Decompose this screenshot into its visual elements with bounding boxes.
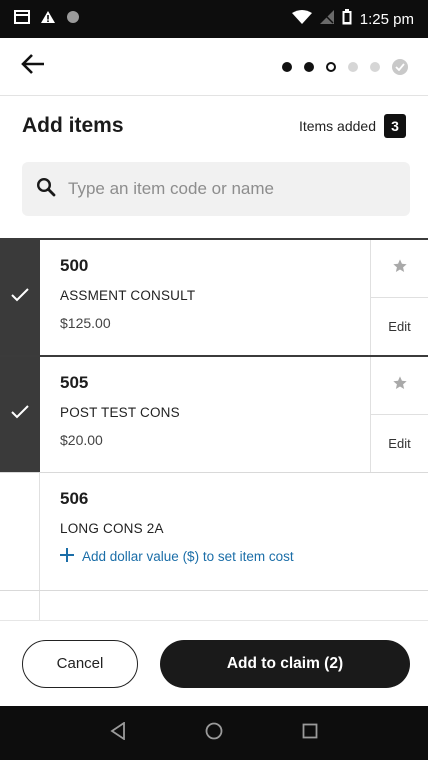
step-dot-1	[282, 61, 292, 72]
selection-rail[interactable]	[0, 473, 40, 590]
item-code: 506	[60, 489, 89, 508]
star-icon	[392, 258, 408, 279]
favorite-button[interactable]	[371, 357, 428, 415]
back-button[interactable]	[16, 50, 50, 84]
item-code: 505	[60, 373, 89, 392]
app-bar	[0, 38, 428, 96]
add-to-claim-button[interactable]: Add to claim (2)	[160, 639, 410, 688]
add-dollar-value-label: Add dollar value ($) to set item cost	[82, 549, 294, 564]
edit-button[interactable]: Edit	[371, 298, 428, 355]
list-item-partial[interactable]	[0, 590, 428, 620]
selection-rail[interactable]	[0, 357, 40, 472]
cancel-button[interactable]: Cancel	[22, 639, 138, 688]
page-title: Add items	[22, 114, 124, 137]
step-dot-5	[370, 61, 380, 72]
circle-icon	[66, 10, 80, 29]
list-item[interactable]: 506 LONG CONS 2A Add dollar value ($) to…	[0, 472, 428, 590]
item-list: 500 ASSMENT CONSULT $125.00 Edit 505 POS…	[0, 238, 428, 620]
status-time: 1:25 pm	[359, 10, 414, 28]
status-bar: 1:25 pm	[0, 0, 428, 38]
search-icon	[36, 177, 56, 202]
item-details: 506 LONG CONS 2A Add dollar value ($) to…	[40, 473, 428, 590]
items-added-label: Items added	[298, 118, 376, 134]
list-item[interactable]: 505 POST TEST CONS $20.00 Edit	[0, 355, 428, 472]
nav-recents-button[interactable]	[295, 718, 325, 748]
step-dot-2	[304, 61, 314, 72]
step-dot-4	[348, 61, 358, 72]
favorite-button[interactable]	[371, 240, 428, 298]
triangle-back-icon	[110, 720, 126, 745]
checkmark-icon	[11, 405, 29, 424]
item-price: $20.00	[60, 432, 103, 448]
nav-home-button[interactable]	[199, 718, 229, 748]
step-dot-3-current	[326, 61, 336, 72]
square-recents-icon	[302, 723, 318, 744]
circle-home-icon	[205, 722, 223, 745]
selection-rail[interactable]	[0, 240, 40, 355]
wifi-icon	[291, 10, 312, 28]
item-details: 505 POST TEST CONS $20.00	[40, 357, 370, 472]
items-added-count-badge: 3	[384, 114, 406, 138]
search-input[interactable]	[68, 179, 396, 199]
notification-card-icon	[14, 9, 30, 29]
add-dollar-value-link[interactable]: Add dollar value ($) to set item cost	[60, 548, 408, 565]
system-nav-bar	[0, 706, 428, 760]
item-actions: Edit	[370, 357, 428, 472]
checkmark-icon	[11, 288, 29, 307]
nav-back-button[interactable]	[103, 718, 133, 748]
selection-rail[interactable]	[0, 591, 40, 620]
item-search-box[interactable]	[22, 162, 410, 216]
item-name: POST TEST CONS	[60, 405, 180, 420]
item-actions: Edit	[370, 240, 428, 355]
progress-stepper	[282, 58, 408, 75]
status-right-icons: 1:25 pm	[291, 9, 414, 29]
check-circle-icon	[392, 58, 408, 75]
star-icon	[392, 375, 408, 396]
item-details: 500 ASSMENT CONSULT $125.00	[40, 240, 370, 355]
plus-icon	[60, 548, 74, 565]
list-item[interactable]: 500 ASSMENT CONSULT $125.00 Edit	[0, 238, 428, 355]
action-footer: Cancel Add to claim (2)	[0, 620, 428, 706]
item-name: ASSMENT CONSULT	[60, 288, 196, 303]
item-price: $125.00	[60, 315, 111, 331]
items-added-indicator: Items added 3	[299, 114, 406, 138]
item-details	[40, 591, 428, 620]
arrow-left-icon	[21, 54, 45, 79]
item-name: LONG CONS 2A	[60, 521, 164, 536]
battery-icon	[342, 9, 352, 29]
edit-button[interactable]: Edit	[371, 415, 428, 472]
item-code: 500	[60, 256, 89, 275]
status-left-icons	[14, 9, 80, 29]
alert-icon	[40, 10, 56, 29]
page-header: Add items Items added 3	[0, 96, 428, 156]
signal-icon	[319, 10, 334, 28]
